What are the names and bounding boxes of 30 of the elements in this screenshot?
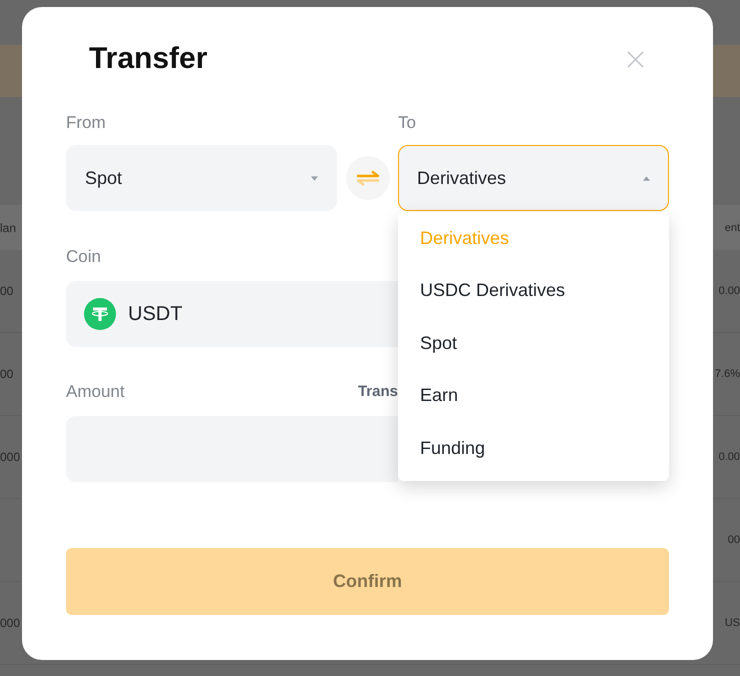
table-cell: 00 — [0, 367, 14, 381]
dropdown-option[interactable]: Funding — [398, 422, 669, 474]
from-select[interactable]: Spot — [66, 145, 337, 211]
caret-up-icon — [643, 176, 650, 180]
field-label: From — [66, 113, 106, 133]
coin-select[interactable]: USDT — [66, 281, 398, 347]
caret-down-icon — [311, 176, 318, 180]
amount-field[interactable] — [66, 416, 398, 482]
field-label: To — [398, 113, 416, 133]
column-header: ent — [724, 220, 740, 234]
table-cell: 0.00 — [718, 450, 740, 464]
table-cell: 00 — [728, 533, 740, 547]
table-cell: 7.6% — [714, 367, 740, 381]
column-header: lan — [0, 220, 16, 234]
field-label: Amount — [66, 382, 125, 402]
table-cell: US — [724, 616, 740, 630]
dropdown-option[interactable]: Earn — [398, 370, 669, 422]
dropdown-option[interactable]: USDC Derivatives — [398, 264, 669, 317]
coin-icon — [84, 298, 116, 330]
table-cell: 000 — [0, 616, 20, 630]
dropdown-option[interactable]: Spot — [398, 317, 669, 370]
swap-button[interactable] — [346, 156, 390, 200]
transfer-text: Trans — [358, 383, 398, 401]
field-label: Coin — [66, 247, 101, 267]
to-select[interactable]: Derivatives — [398, 145, 669, 211]
table-cell: 000 — [0, 450, 20, 464]
close-icon[interactable] — [627, 50, 644, 68]
table-cell: 00 — [0, 284, 14, 298]
table-cell: 0.00 — [718, 284, 740, 298]
dialog-title: Transfer — [89, 41, 208, 77]
